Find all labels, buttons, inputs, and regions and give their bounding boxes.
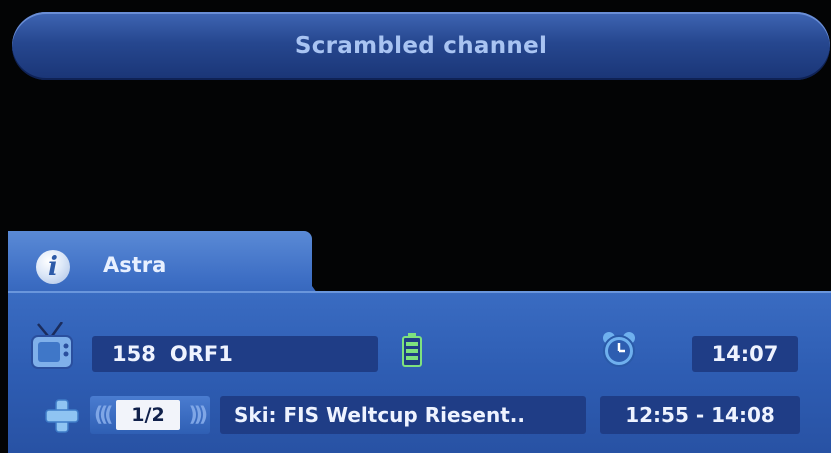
signal-battery-icon: [402, 333, 422, 367]
right-wave-icon: ))): [188, 402, 209, 426]
channel-field: 158 ORF1: [92, 336, 378, 372]
left-wave-icon: (((: [94, 402, 114, 426]
subtitle-track-value: 1/2: [116, 400, 180, 430]
program-time-range: 12:55 - 14:08: [600, 396, 800, 434]
channel-name: ORF1: [169, 342, 233, 366]
clock-icon: [603, 332, 635, 367]
scrambled-channel-banner: Scrambled channel: [12, 12, 830, 80]
subtitle-track-selector[interactable]: ((( 1/2 ))): [90, 396, 210, 434]
program-title: Ski: FIS Weltcup Riesent..: [220, 396, 586, 434]
info-icon: i: [36, 250, 70, 284]
banner-message: Scrambled channel: [294, 33, 548, 59]
channel-number: 158: [112, 342, 156, 366]
plus-icon: [45, 399, 79, 433]
current-time: 14:07: [692, 336, 798, 372]
satellite-name: Astra: [103, 253, 167, 277]
tv-icon: [31, 322, 73, 369]
